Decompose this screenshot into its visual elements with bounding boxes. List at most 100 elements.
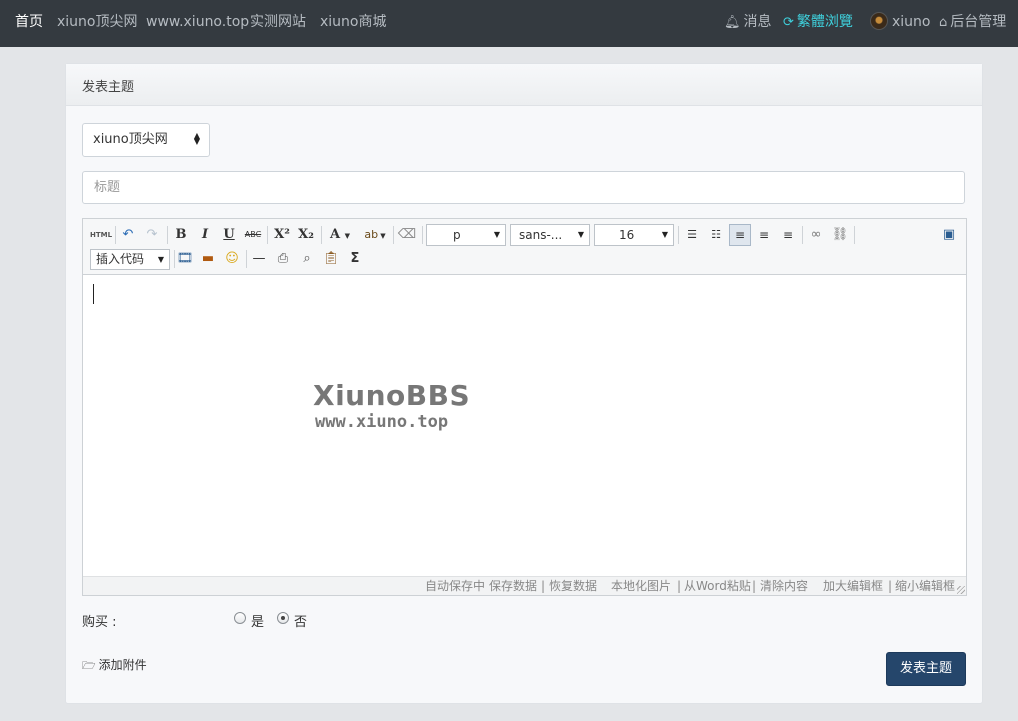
toolbar-separator — [267, 226, 268, 244]
forum-select-value: xiuno顶尖网 — [93, 132, 168, 147]
caret-down-icon: ▼ — [577, 230, 584, 239]
undo-icon[interactable]: ↶ — [119, 225, 137, 245]
highlight-color-icon[interactable]: ab ▼ — [359, 225, 391, 245]
add-attachment-link[interactable]: 🗁︎ 添加附件 — [82, 656, 147, 676]
add-attachment-label: 添加附件 — [98, 658, 147, 672]
editor-toolbar: HTML ↶ ↷ B I U ABC X² X₂ A ▼ ab ▼ ⌫ p ▼ s… — [83, 219, 966, 275]
italic-icon[interactable]: I — [195, 225, 215, 245]
restore-data-link[interactable]: 恢复数据 — [549, 577, 597, 595]
ordered-list-icon[interactable]: ☰ — [682, 225, 702, 245]
status-separator: | — [888, 579, 893, 593]
paragraph-select-value: p — [453, 228, 461, 242]
card-header: 发表主题 — [66, 64, 982, 106]
toolbar-separator — [854, 226, 855, 244]
video-icon[interactable]: 🎞︎ — [176, 249, 194, 269]
toolbar-separator — [174, 250, 175, 268]
image-icon[interactable]: ▬ — [199, 249, 217, 269]
nav-link-xiuno-mall[interactable]: xiuno商城 — [320, 0, 387, 47]
preview-icon[interactable]: ⌕ — [298, 249, 316, 269]
status-separator: | — [752, 579, 757, 593]
clear-content-link[interactable]: 清除内容 — [760, 577, 808, 595]
font-size-select-value: 16 — [619, 228, 635, 242]
font-size-select[interactable]: 16 ▼ — [594, 224, 674, 246]
select-arrows-icon: ▲ ▼ — [193, 131, 200, 146]
enlarge-editor-link[interactable]: 加大编辑框 — [823, 577, 883, 595]
nav-admin[interactable]: ⌂ 后台管理 — [939, 0, 1006, 47]
shrink-editor-link[interactable]: 缩小编辑框 — [895, 577, 955, 595]
insert-code-select-value: 插入代码 — [96, 252, 145, 266]
fullscreen-icon[interactable]: ▣ — [939, 225, 959, 245]
align-right-icon[interactable]: ≡ — [778, 225, 798, 245]
toolbar-separator — [678, 226, 679, 244]
forum-select[interactable]: xiuno顶尖网 ▲ ▼ — [82, 123, 210, 157]
print-icon[interactable]: ⎙ — [274, 249, 292, 269]
underline-icon[interactable]: U — [219, 225, 239, 245]
purchase-no-radio[interactable] — [277, 612, 289, 624]
toolbar-separator — [321, 226, 322, 244]
nav-link-xiuno-url[interactable]: www.xiuno.top — [146, 0, 249, 47]
nav-messages-label: 消息 — [743, 14, 772, 30]
avatar — [870, 12, 888, 30]
font-family-select[interactable]: sans-... ▼ — [510, 224, 590, 246]
superscript-icon[interactable]: X² — [271, 225, 293, 245]
nav-admin-label: 后台管理 — [950, 14, 1007, 30]
post-form-card: 发表主题 xiuno顶尖网 ▲▼ HTML ↶ ↷ B I U ABC X² X… — [65, 63, 983, 704]
save-data-link[interactable]: 保存数据 — [489, 577, 537, 595]
autosave-status: 自动保存中 — [425, 579, 486, 593]
toolbar-separator — [167, 226, 168, 244]
purchase-yes-label[interactable]: 是 — [251, 611, 264, 630]
bell-icon: 🔔︎ — [724, 15, 741, 30]
align-center-icon[interactable]: ≡ — [754, 225, 774, 245]
text-cursor — [93, 284, 94, 304]
resize-grip-icon[interactable] — [957, 586, 965, 594]
subject-input[interactable] — [82, 171, 965, 204]
horizontal-rule-icon[interactable]: — — [250, 249, 268, 269]
redo-icon[interactable]: ↷ — [143, 225, 161, 245]
nav-link-xiuno-top-cn[interactable]: xiuno顶尖网 — [57, 0, 138, 47]
submit-post-button[interactable]: 发表主题 — [886, 652, 966, 686]
emoticon-icon[interactable]: ☺ — [223, 249, 241, 269]
align-left-icon[interactable]: ≡ — [729, 224, 751, 246]
nav-messages[interactable]: 🔔︎ 消息 — [724, 0, 772, 47]
status-separator: | — [541, 579, 546, 593]
refresh-icon: ⟳ — [783, 15, 794, 30]
status-separator: | — [677, 579, 682, 593]
strikethrough-icon[interactable]: ABC — [243, 225, 263, 245]
eraser-icon[interactable]: ⌫ — [397, 225, 417, 245]
html-source-button[interactable]: HTML — [89, 225, 113, 245]
nav-home[interactable]: 首页 — [15, 0, 43, 47]
insert-code-select[interactable]: 插入代码 ▼ — [90, 249, 170, 270]
link-icon[interactable]: ∞ — [806, 225, 826, 245]
bold-icon[interactable]: B — [171, 225, 191, 245]
paste-from-word-link[interactable]: 从Word粘贴 — [684, 577, 751, 595]
nav-traditional-label: 繁體浏覽 — [796, 14, 853, 30]
toolbar-separator — [393, 226, 394, 244]
rich-text-editor: HTML ↶ ↷ B I U ABC X² X₂ A ▼ ab ▼ ⌫ p ▼ s… — [82, 218, 967, 596]
nav-username: xiuno — [892, 14, 931, 30]
editor-content-area[interactable]: XiunoBBS www.xiuno.top — [83, 276, 966, 576]
purchase-no-label[interactable]: 否 — [294, 611, 307, 630]
caret-down-icon: ▼ — [157, 255, 164, 264]
nav-user[interactable]: xiuno — [870, 0, 931, 47]
paste-icon[interactable]: 📋︎ — [322, 249, 340, 269]
watermark-title: XiunoBBS — [313, 379, 471, 412]
font-family-select-value: sans-... — [519, 228, 563, 242]
formula-icon[interactable]: Σ — [346, 249, 364, 269]
localize-images-link[interactable]: 本地化图片 — [611, 577, 671, 595]
caret-down-icon: ▼ — [661, 230, 668, 239]
unlink-icon[interactable]: ⛓ — [830, 225, 850, 245]
caret-down-icon: ▼ — [493, 230, 500, 239]
subscript-icon[interactable]: X₂ — [295, 225, 317, 245]
watermark-url: www.xiuno.top — [315, 412, 449, 432]
folder-open-icon: 🗁︎ — [82, 659, 96, 672]
nav-traditional-chinese[interactable]: ⟳ 繁體浏覽 — [783, 0, 853, 47]
purchase-yes-radio[interactable] — [234, 612, 246, 624]
nav-link-test-site[interactable]: 实测网站 — [250, 0, 306, 47]
unordered-list-icon[interactable]: ☷ — [706, 225, 726, 245]
purchase-label: 购买 : — [82, 615, 117, 630]
home-icon: ⌂ — [939, 15, 948, 30]
toolbar-separator — [422, 226, 423, 244]
paragraph-select[interactable]: p ▼ — [426, 224, 506, 246]
top-navbar: 首页 xiuno顶尖网 www.xiuno.top 实测网站 xiuno商城 🔔… — [0, 0, 1018, 47]
font-color-icon[interactable]: A ▼ — [325, 225, 355, 245]
